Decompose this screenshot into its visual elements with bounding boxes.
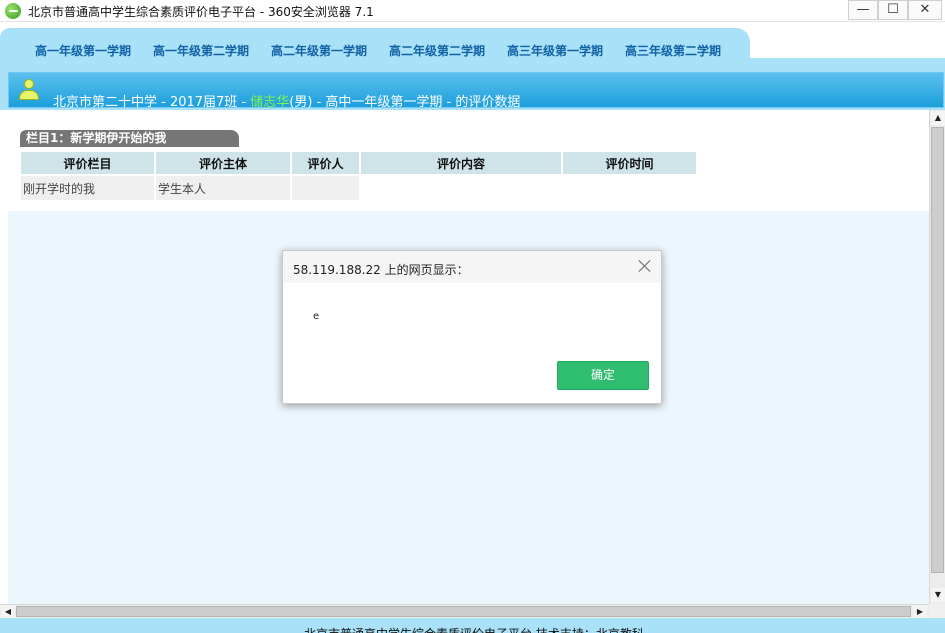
col-header-evaluator: 评价人	[292, 152, 359, 176]
alert-dialog: 58.119.188.22 上的网页显示： e 确定	[282, 250, 662, 404]
tab-grade3-term2[interactable]: 高三年级第二学期	[614, 42, 732, 59]
dialog-header: 58.119.188.22 上的网页显示：	[283, 251, 661, 283]
scrollbar-corner	[929, 604, 945, 618]
maximize-button[interactable]: ☐	[878, 0, 908, 20]
page-footer: 北京市普通高中学生综合素质评价电子平台 技术支持：北京教科	[0, 618, 945, 633]
evaluation-panel: 栏目1：新学期伊开始的我 评价栏目 评价主体 评价人 评价内容 评价时间 刚开学…	[8, 110, 929, 211]
tab-grade1-term2[interactable]: 高一年级第二学期	[142, 42, 260, 59]
semester-tab-strip: 高一年级第一学期 高一年级第二学期 高二年级第一学期 高二年级第二学期 高三年级…	[0, 22, 945, 62]
tab-grade3-term1[interactable]: 高三年级第一学期	[496, 42, 614, 59]
vertical-scroll-thumb[interactable]	[931, 127, 944, 573]
col-header-category: 评价栏目	[21, 152, 154, 176]
cell-content	[361, 176, 561, 200]
section-title: 栏目1：新学期伊开始的我	[20, 130, 239, 147]
scroll-up-icon[interactable]: ▲	[931, 111, 945, 125]
dialog-title: 58.119.188.22 上的网页显示：	[293, 263, 469, 277]
horizontal-scrollbar[interactable]: ◀ ▶	[0, 604, 929, 618]
window-titlebar: 北京市普通高中学生综合素质评价电子平台 - 360安全浏览器 7.1 — ☐ ✕	[0, 0, 945, 22]
tab-grade2-term2[interactable]: 高二年级第二学期	[378, 42, 496, 59]
dialog-message: e	[313, 311, 320, 322]
semester-tabs: 高一年级第一学期 高一年级第二学期 高二年级第一学期 高二年级第二学期 高三年级…	[24, 42, 732, 59]
footer-text: 北京市普通高中学生综合素质评价电子平台 技术支持：北京教科	[304, 625, 644, 633]
close-window-button[interactable]: ✕	[908, 0, 942, 20]
tab-grade1-term1[interactable]: 高一年级第一学期	[24, 42, 142, 59]
ok-button[interactable]: 确定	[557, 361, 649, 390]
vertical-scrollbar[interactable]: ▲ ▼	[929, 110, 945, 604]
tab-grade2-term1[interactable]: 高二年级第一学期	[260, 42, 378, 59]
cell-category: 刚开学时的我	[21, 176, 154, 200]
horizontal-scroll-thumb[interactable]	[16, 606, 911, 617]
table-row: 刚开学时的我 学生本人	[21, 176, 696, 200]
info-prefix: 北京市第二十中学 - 2017届7班 -	[53, 95, 251, 110]
minimize-button[interactable]: —	[848, 0, 878, 20]
student-info-bar: 北京市第二十中学 - 2017届7班 - 储志华(男) - 高中一年级第一学期 …	[8, 72, 944, 110]
user-icon	[18, 79, 40, 103]
col-header-subject: 评价主体	[156, 152, 290, 176]
student-name: 储志华	[250, 95, 290, 110]
student-info-text: 北京市第二十中学 - 2017届7班 - 储志华(男) - 高中一年级第一学期 …	[53, 91, 520, 110]
scroll-down-icon[interactable]: ▼	[931, 588, 945, 602]
scroll-right-icon[interactable]: ▶	[913, 605, 927, 618]
cell-subject: 学生本人	[156, 176, 290, 200]
col-header-time: 评价时间	[563, 152, 696, 176]
info-suffix: (男) - 高中一年级第一学期 - 的评价数据	[289, 95, 521, 110]
student-info-frame: 北京市第二十中学 - 2017届7班 - 储志华(男) - 高中一年级第一学期 …	[0, 60, 945, 110]
browser-logo-icon	[5, 3, 21, 19]
col-header-content: 评价内容	[361, 152, 561, 176]
close-icon[interactable]	[637, 258, 653, 274]
scroll-left-icon[interactable]: ◀	[1, 605, 15, 618]
window-title: 北京市普通高中学生综合素质评价电子平台 - 360安全浏览器 7.1	[28, 5, 374, 19]
table-header-row: 评价栏目 评价主体 评价人 评价内容 评价时间	[21, 152, 696, 176]
cell-time	[563, 176, 696, 200]
cell-evaluator	[292, 176, 359, 200]
evaluation-table: 评价栏目 评价主体 评价人 评价内容 评价时间 刚开学时的我 学生本人	[19, 152, 698, 200]
